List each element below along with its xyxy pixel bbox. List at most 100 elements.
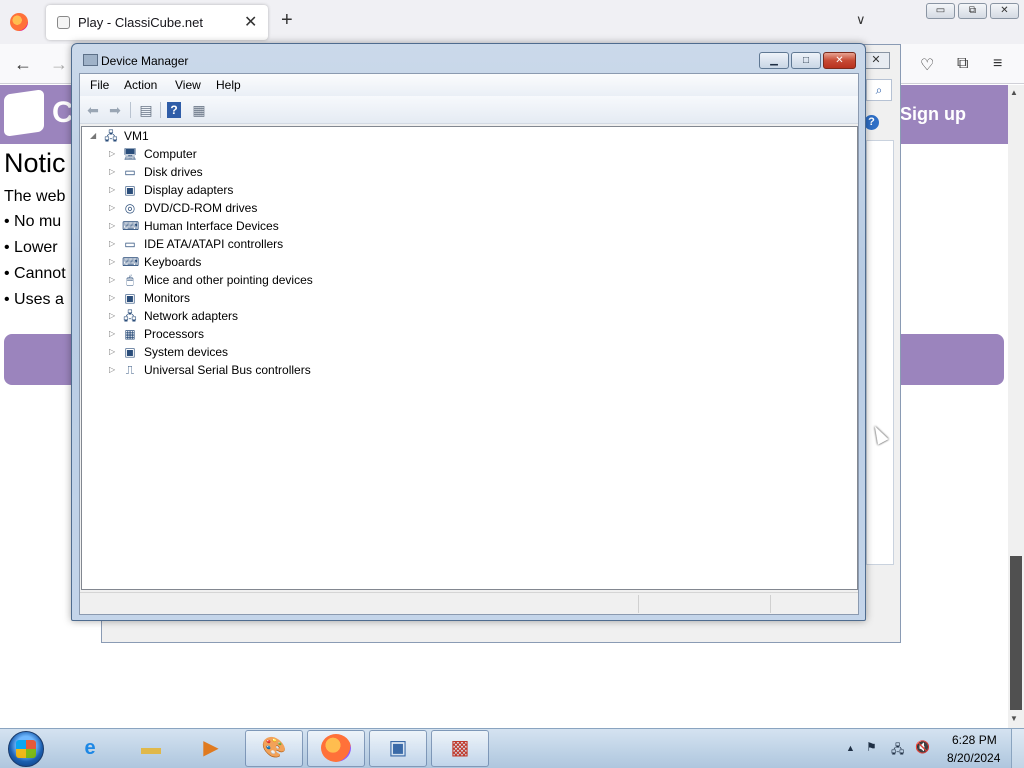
- firefox-logo-icon[interactable]: [10, 13, 28, 31]
- tree-item[interactable]: ▷ ▭ IDE ATA/ATAPI controllers: [82, 236, 682, 254]
- browser-restore-button[interactable]: ⧉: [958, 3, 987, 19]
- expand-arrow-icon[interactable]: ▷: [109, 365, 115, 374]
- tree-item[interactable]: ▷ 🖥 Computer: [82, 146, 682, 164]
- tree-root-label: VM1: [124, 129, 149, 143]
- tree-item[interactable]: ▷ ▭ Disk drives: [82, 164, 682, 182]
- notice-text: The web: [4, 188, 66, 205]
- extensions-icon[interactable]: ⧉: [957, 55, 968, 73]
- forward-button[interactable]: →: [50, 54, 68, 75]
- show-desktop-button[interactable]: [1011, 729, 1024, 768]
- tree-item-label: Keyboards: [144, 255, 202, 269]
- tree-item[interactable]: ▷ ◎ DVD/CD-ROM drives: [82, 200, 682, 218]
- browser-minimize-button[interactable]: ▭: [926, 3, 955, 19]
- expand-arrow-icon[interactable]: ▷: [109, 347, 115, 356]
- new-tab-button[interactable]: +: [281, 10, 293, 30]
- computer-host-icon: 🖧: [104, 129, 118, 143]
- tree-item[interactable]: ▷ ▣ Monitors: [82, 290, 682, 308]
- network-icon[interactable]: 🖧: [891, 740, 904, 761]
- menu-file[interactable]: File: [90, 78, 109, 92]
- expand-arrow-icon[interactable]: ▷: [109, 329, 115, 338]
- device-category-icon: ◎: [124, 201, 136, 215]
- device-category-icon: ▭: [124, 165, 136, 179]
- device-manager-titlebar[interactable]: Device Manager ▁ □ ✕: [72, 44, 865, 74]
- expand-arrow-icon[interactable]: ▷: [109, 311, 115, 320]
- signup-link[interactable]: Sign up: [900, 104, 966, 125]
- notice-bullet: • Uses a: [4, 291, 64, 308]
- menu-help[interactable]: Help: [216, 78, 241, 92]
- maximize-button[interactable]: □: [791, 52, 821, 69]
- expand-arrow-icon[interactable]: ▷: [109, 203, 115, 212]
- firefox-icon: [321, 734, 351, 762]
- scrollbar-thumb[interactable]: [1010, 556, 1022, 710]
- close-button[interactable]: ✕: [823, 52, 856, 69]
- clock-date[interactable]: 8/20/2024: [947, 751, 1000, 765]
- toolbar: ⬅ ➡ ▤ ? ▦: [80, 96, 858, 124]
- show-hidden-icons-arrow-icon[interactable]: ▲: [846, 743, 855, 753]
- toolbox-icon: ▩: [450, 737, 470, 759]
- device-category-icon: 🖧: [123, 309, 137, 323]
- search-icon[interactable]: ⌕: [866, 79, 892, 101]
- back-button[interactable]: ←: [14, 54, 32, 75]
- expand-arrow-icon[interactable]: ▷: [109, 257, 115, 266]
- tab-favicon-icon: [57, 16, 70, 29]
- collapse-arrow-icon[interactable]: ◢: [90, 131, 96, 140]
- forward-arrow-icon[interactable]: ➡: [106, 101, 124, 119]
- device-manager-client: File Action View Help ⬅ ➡ ▤ ? ▦ ◢ 🖧 VM1 …: [79, 73, 859, 615]
- tree-item[interactable]: ▷ 🖧 Network adapters: [82, 308, 682, 326]
- tree-item-label: Mice and other pointing devices: [144, 273, 313, 287]
- internet-explorer-icon: e: [84, 737, 96, 759]
- help-icon[interactable]: ?: [864, 115, 879, 130]
- device-category-icon: ▭: [124, 237, 136, 251]
- volume-muted-icon[interactable]: 🔇: [915, 740, 930, 754]
- help-book-icon[interactable]: ?: [167, 102, 181, 118]
- tree-item[interactable]: ▷ ▣ Display adapters: [82, 182, 682, 200]
- classicube-logo[interactable]: [4, 89, 44, 137]
- tree-item[interactable]: ▷ ▣ System devices: [82, 344, 682, 362]
- tab-close-icon[interactable]: ✕: [244, 12, 257, 32]
- action-center-flag-icon[interactable]: ⚑: [866, 740, 877, 754]
- scroll-down-icon[interactable]: ▼: [1010, 714, 1018, 723]
- status-bar: [80, 592, 858, 614]
- back-arrow-icon[interactable]: ⬅: [84, 101, 102, 119]
- background-dialog-close-button[interactable]: ✕: [862, 52, 890, 69]
- tree-item[interactable]: ▷ 🖱 Mice and other pointing devices: [82, 272, 682, 290]
- expand-arrow-icon[interactable]: ▷: [109, 239, 115, 248]
- tree-item-label: Monitors: [144, 291, 191, 305]
- tree-item-label: System devices: [144, 345, 229, 359]
- tree-item-label: Computer: [144, 147, 197, 161]
- clock-time[interactable]: 6:28 PM: [952, 733, 997, 747]
- notice-heading: Notic: [4, 148, 66, 178]
- expand-arrow-icon[interactable]: ▷: [109, 167, 115, 176]
- tree-item[interactable]: ▷ ⎍ Universal Serial Bus controllers: [82, 362, 682, 380]
- menu-icon[interactable]: ≡: [993, 55, 1002, 73]
- menu-view[interactable]: View: [175, 78, 201, 92]
- device-category-icon: ▦: [124, 327, 136, 341]
- tree-root[interactable]: ◢ 🖧 VM1: [82, 128, 682, 146]
- notice-bullet: • Lower: [4, 239, 58, 256]
- menu-action[interactable]: Action: [124, 78, 157, 92]
- list-all-tabs-button[interactable]: ∨: [856, 12, 866, 28]
- expand-arrow-icon[interactable]: ▷: [109, 149, 115, 158]
- expand-arrow-icon[interactable]: ▷: [109, 275, 115, 284]
- window-title: Device Manager: [101, 54, 189, 68]
- tree-item-label: Display adapters: [144, 183, 234, 197]
- device-category-icon: 🖱: [126, 273, 134, 287]
- device-category-icon: ▣: [124, 183, 136, 197]
- scroll-up-icon[interactable]: ▲: [1010, 88, 1018, 97]
- expand-arrow-icon[interactable]: ▷: [109, 221, 115, 230]
- properties-pane-icon[interactable]: ▦: [190, 101, 208, 119]
- tree-item-label: DVD/CD-ROM drives: [144, 201, 258, 215]
- browser-close-button[interactable]: ✕: [990, 3, 1019, 19]
- pocket-icon[interactable]: ♡: [920, 55, 934, 75]
- expand-arrow-icon[interactable]: ▷: [109, 185, 115, 194]
- status-cell: [638, 595, 770, 613]
- browser-tab-classicube[interactable]: Play - ClassiCube.net ✕: [46, 5, 268, 40]
- tree-item-label: Universal Serial Bus controllers: [144, 363, 311, 377]
- tree-item[interactable]: ▷ ▦ Processors: [82, 326, 682, 344]
- tree-item[interactable]: ▷ ⌨ Keyboards: [82, 254, 682, 272]
- minimize-button[interactable]: ▁: [759, 52, 789, 69]
- expand-arrow-icon[interactable]: ▷: [109, 293, 115, 302]
- toolbar-separator: [160, 102, 161, 118]
- tree-item[interactable]: ▷ ⌨ Human Interface Devices: [82, 218, 682, 236]
- show-hide-console-tree-icon[interactable]: ▤: [137, 101, 155, 119]
